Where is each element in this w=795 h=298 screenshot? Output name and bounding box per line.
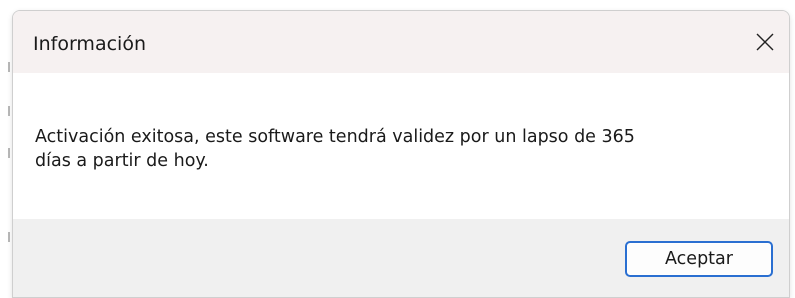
- dialog-titlebar[interactable]: Información: [13, 11, 789, 73]
- close-button[interactable]: [743, 11, 789, 73]
- dialog-title: Información: [33, 33, 146, 55]
- background-window-mark: [8, 148, 10, 158]
- dialog-content: Activación exitosa, este software tendrá…: [13, 73, 789, 219]
- screen: Información Activación exitosa, este sof…: [0, 0, 795, 298]
- accept-button[interactable]: Aceptar: [625, 241, 773, 277]
- background-window-edge: [0, 0, 12, 298]
- message-line-1: Activación exitosa, este software tendrá…: [35, 127, 635, 147]
- dialog-message: Activación exitosa, este software tendrá…: [35, 125, 755, 173]
- background-window-mark: [8, 232, 10, 242]
- close-icon: [756, 33, 774, 51]
- accept-button-label: Aceptar: [665, 249, 733, 269]
- background-window-mark: [8, 106, 10, 116]
- dialog-footer: Aceptar: [13, 219, 789, 297]
- info-dialog: Información Activación exitosa, este sof…: [12, 10, 790, 298]
- message-line-2: días a partir de hoy.: [35, 151, 209, 171]
- background-window-mark: [8, 62, 10, 72]
